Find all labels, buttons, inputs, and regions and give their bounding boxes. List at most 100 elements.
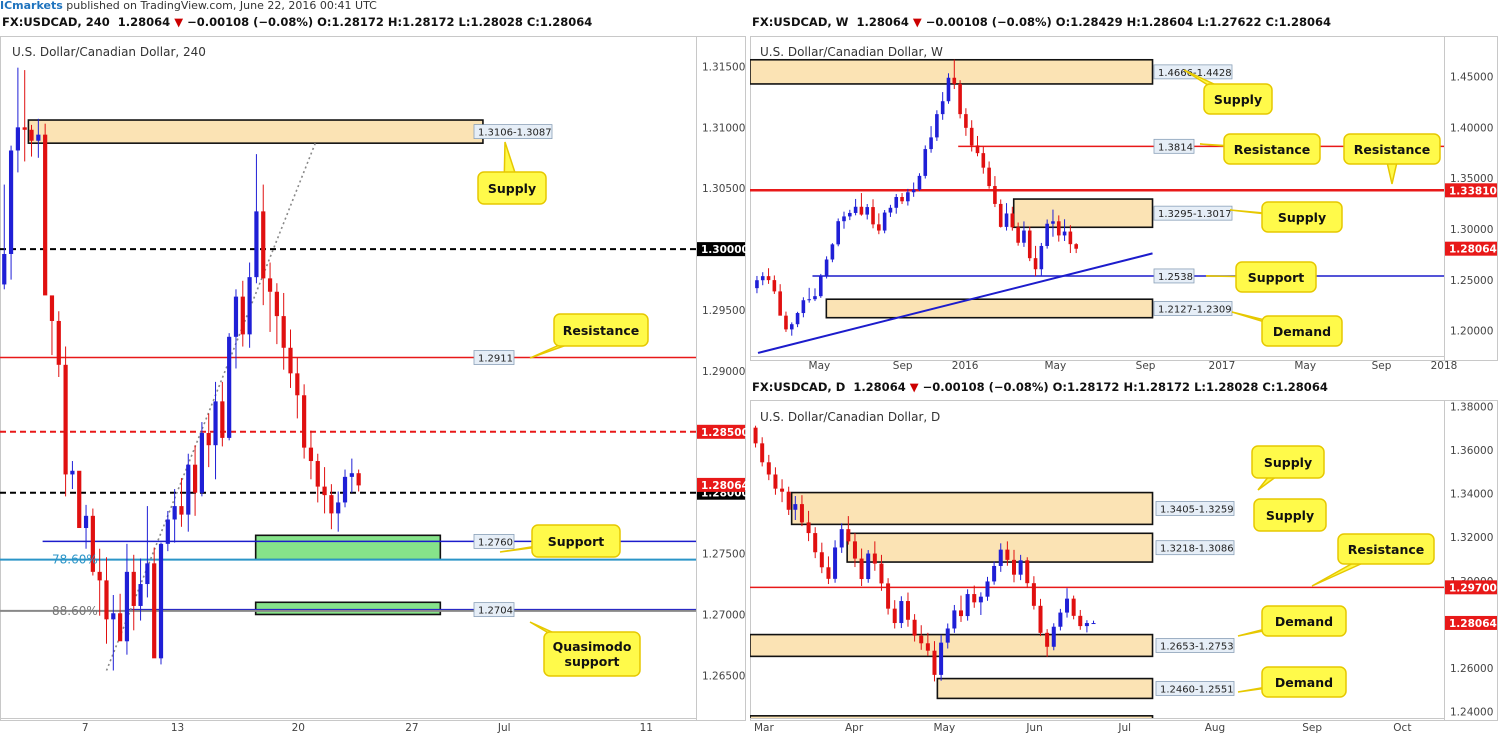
time-tick: Sep (1372, 360, 1392, 372)
time-tick: Sep (893, 360, 913, 372)
candle-body (1062, 231, 1067, 236)
candle-body (940, 101, 945, 115)
price-tick: 1.34000 (1450, 489, 1493, 501)
candle-body (879, 563, 884, 584)
callout: Demand (1237, 605, 1347, 637)
price-tick: 1.30500 (702, 183, 745, 195)
callout-label: Supply (488, 181, 536, 196)
candle-body (124, 571, 130, 642)
current-price-label: 1.28064 (1449, 618, 1497, 630)
candle-body (1031, 583, 1036, 606)
zone-level-label: 1.3295-1.3017 (1158, 209, 1232, 220)
candle-body (992, 565, 997, 582)
candle-body (939, 642, 944, 675)
callout-label: Quasimodo (553, 639, 632, 654)
callout-label: Resistance (1348, 542, 1424, 557)
candle-body (15, 127, 20, 151)
candle-body (899, 601, 904, 624)
axis-price-tag-label: 1.30000 (701, 244, 749, 256)
candle-body (267, 278, 273, 292)
candle-body (1051, 221, 1055, 224)
candle-body (824, 259, 829, 276)
callout: Supply (477, 141, 547, 205)
candle-body (964, 114, 968, 128)
candle-body (138, 584, 143, 606)
callout: Resistance (1343, 133, 1441, 185)
candle-body (1045, 223, 1049, 246)
candle-body (152, 563, 157, 659)
time-tick: Aug (1205, 722, 1226, 734)
candle-body (912, 619, 917, 636)
price-tick: 1.25000 (1450, 275, 1493, 287)
candle-body (859, 558, 864, 580)
axis-price-tag-label: 1.29700 (1449, 582, 1497, 594)
callout: Resistance (529, 313, 649, 359)
level-label: 1.2538 (1158, 272, 1193, 283)
candle-body (206, 433, 211, 446)
current-price-label: 1.28064 (1449, 244, 1497, 256)
candle-body (1005, 549, 1010, 560)
price-tick: 1.27000 (702, 609, 745, 621)
weekly-panel[interactable]: U.S. Dollar/Canadian Dollar, W 1.45000 1.4… (750, 36, 1498, 372)
time-tick: 2017 (1209, 360, 1236, 372)
candle-body (969, 127, 974, 146)
time-tick: Jul (1117, 722, 1131, 734)
callout-label: Supply (1214, 92, 1262, 107)
price-tick: 1.31500 (702, 61, 745, 73)
callout: Supply (1251, 445, 1325, 491)
candle-body (819, 552, 824, 568)
axis-price-tag-label: 1.33810 (1449, 185, 1497, 197)
candle-body (846, 529, 851, 542)
candle-body (958, 610, 963, 617)
candle-body (288, 347, 293, 374)
candle-body (965, 594, 970, 617)
callout-label: Supply (1264, 455, 1312, 470)
candle-body (1078, 615, 1083, 627)
candle-body (322, 486, 327, 496)
candle-body (1004, 213, 1009, 227)
candle-body (987, 167, 991, 187)
candle-body (866, 553, 871, 580)
plot-area[interactable] (0, 67, 696, 671)
time-tick: May (933, 722, 955, 734)
candle-body (818, 275, 823, 297)
candle-body (972, 594, 977, 603)
callout: Support (1205, 261, 1317, 293)
candle-body (213, 401, 218, 446)
candle-body (935, 114, 939, 138)
candle-body (43, 134, 48, 296)
candle-body (329, 495, 334, 514)
candle-body (70, 470, 75, 475)
candle-body (1027, 230, 1032, 259)
price-tick: 1.36000 (1450, 445, 1493, 457)
candle-body (836, 221, 841, 245)
supply-zone (1012, 198, 1154, 229)
charts-canvas[interactable]: U.S. Dollar/Canadian Dollar, 240 1.31500 1… (0, 0, 1498, 743)
candle-body (842, 216, 846, 222)
candle-body (56, 320, 61, 365)
candle-body (888, 207, 893, 213)
candle-body (274, 291, 279, 317)
candle-body (192, 464, 198, 493)
candle-body (865, 207, 870, 215)
candle-body (786, 491, 791, 510)
daily-panel[interactable]: U.S. Dollar/Canadian Dollar, D 1.38000 1.3… (750, 400, 1498, 738)
candle-body (813, 296, 817, 300)
candle-body (22, 127, 27, 130)
zone-level-label: 1.2127-1.2309 (1158, 304, 1232, 315)
candle-body (978, 596, 983, 603)
level-label: 1.2911 (478, 354, 513, 365)
candle-body (77, 470, 82, 529)
candle-body (900, 197, 904, 202)
candle-body (993, 186, 997, 204)
candle-body (29, 129, 34, 141)
candle-body (877, 224, 881, 231)
price-tick: 1.30000 (1450, 224, 1493, 236)
zone-level-label: 1.3106-1.3087 (478, 128, 552, 139)
candle-body (145, 563, 150, 585)
h4-panel[interactable]: U.S. Dollar/Canadian Dollar, 240 1.31500 1… (0, 36, 749, 734)
callout-label: Resistance (563, 323, 639, 338)
candle-body (919, 635, 924, 644)
candle-body (49, 295, 55, 321)
supply-zone (27, 119, 484, 144)
